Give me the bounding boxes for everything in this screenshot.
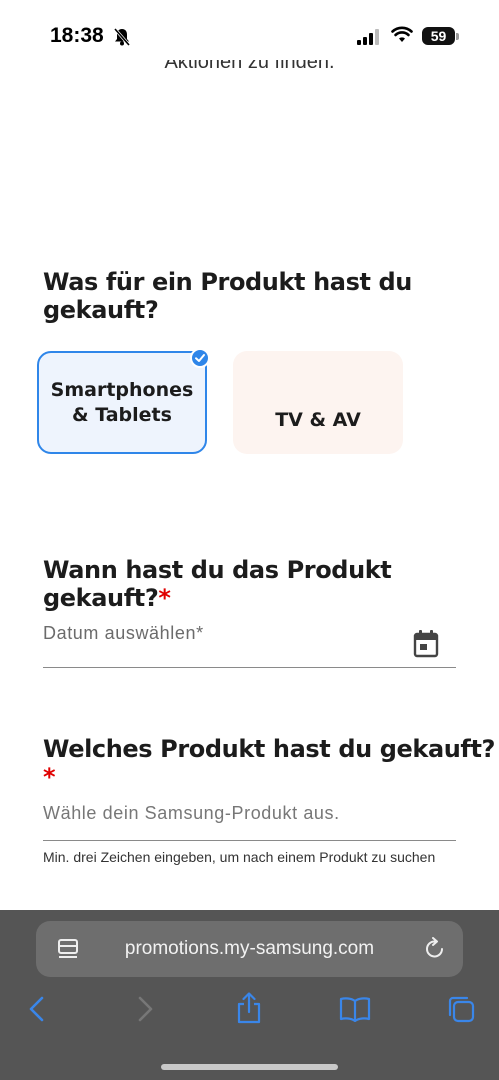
- bell-slash-icon: [113, 28, 131, 46]
- required-asterisk: *: [158, 584, 171, 612]
- date-field-underline: [43, 667, 456, 668]
- calendar-icon[interactable]: [413, 630, 439, 658]
- checkmark-icon: [190, 348, 210, 368]
- status-time: 18:38: [50, 24, 104, 47]
- product-field-underline: [43, 840, 456, 841]
- reload-icon[interactable]: [424, 937, 446, 961]
- forward-arrow-icon: [138, 996, 153, 1022]
- bookmarks-icon[interactable]: [339, 996, 371, 1022]
- battery-indicator: 59: [422, 27, 455, 45]
- home-indicator: [161, 1064, 338, 1070]
- product-question: Welches Produkt hast du gekauft? *: [43, 735, 499, 791]
- option-smartphones-tablets[interactable]: Smartphones & Tablets: [37, 351, 207, 454]
- purchase-date-question-text: Wann hast du das Produkt gekauft?: [43, 556, 392, 612]
- option-label: TV & AV: [275, 409, 361, 431]
- product-type-question: Was für ein Produkt hast du gekauft?: [43, 268, 412, 324]
- cutoff-text: Aktionen zu finden.: [164, 60, 335, 73]
- tabs-icon[interactable]: [446, 994, 476, 1024]
- cellular-signal-icon: [357, 29, 379, 45]
- date-picker-input[interactable]: Datum auswählen*: [43, 623, 204, 644]
- share-icon[interactable]: [236, 992, 262, 1024]
- purchase-date-question: Wann hast du das Produkt gekauft?*: [43, 556, 499, 612]
- product-helper-text: Min. drei Zeichen eingeben, um nach eine…: [43, 849, 436, 865]
- product-question-text: Welches Produkt hast du gekauft?: [43, 735, 496, 763]
- required-asterisk: *: [43, 763, 56, 791]
- back-arrow-icon[interactable]: [27, 996, 47, 1022]
- option-tv-av[interactable]: TV & AV: [233, 351, 403, 454]
- battery-tip: [456, 33, 459, 40]
- product-search-input[interactable]: Wähle dein Samsung-Produkt aus.: [43, 803, 340, 824]
- option-label: Smartphones & Tablets: [50, 378, 194, 426]
- wifi-icon: [391, 26, 413, 42]
